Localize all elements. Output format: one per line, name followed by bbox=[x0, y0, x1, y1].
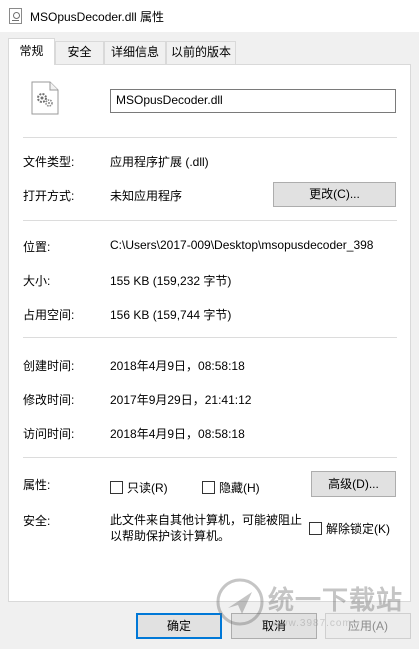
modified-value: 2017年9月29日，21:41:12 bbox=[110, 393, 252, 407]
security-label: 安全: bbox=[23, 514, 51, 528]
hidden-checkbox-label: 隐藏(H) bbox=[219, 481, 260, 495]
modified-label: 修改时间: bbox=[23, 393, 75, 407]
created-label: 创建时间: bbox=[23, 359, 75, 373]
tab-general[interactable]: 常规 bbox=[8, 38, 55, 65]
cancel-button[interactable]: 取消 bbox=[231, 613, 317, 639]
window-title: MSOpusDecoder.dll 属性 bbox=[30, 10, 165, 24]
attributes-label: 属性: bbox=[23, 478, 51, 492]
advanced-button[interactable]: 高级(D)... bbox=[311, 471, 396, 497]
general-tab-panel: MSOpusDecoder.dll 文件类型: 应用程序扩展 (.dll) 打开… bbox=[8, 64, 411, 602]
readonly-checkbox[interactable]: 只读(R) bbox=[110, 479, 168, 496]
location-label: 位置: bbox=[23, 240, 51, 254]
size-value: 155 KB (159,232 字节) bbox=[110, 274, 232, 288]
dll-file-icon bbox=[9, 8, 22, 24]
tab-previous-versions[interactable]: 以前的版本 bbox=[166, 41, 236, 64]
apply-button[interactable]: 应用(A) bbox=[325, 613, 411, 639]
tab-details[interactable]: 详细信息 bbox=[104, 41, 166, 64]
change-button[interactable]: 更改(C)... bbox=[273, 182, 396, 207]
location-value: C:\Users\2017-009\Desktop\msopusdecoder_… bbox=[110, 238, 374, 252]
file-type-value: 应用程序扩展 (.dll) bbox=[110, 155, 209, 169]
open-with-value: 未知应用程序 bbox=[110, 189, 183, 203]
tab-security[interactable]: 安全 bbox=[55, 41, 104, 64]
dll-file-icon bbox=[31, 81, 59, 115]
security-message: 此文件来自其他计算机，可能被阻止以帮助保护该计算机。 bbox=[110, 513, 303, 543]
divider bbox=[23, 457, 397, 458]
size-on-disk-label: 占用空间: bbox=[23, 308, 75, 322]
file-type-label: 文件类型: bbox=[23, 155, 75, 169]
divider bbox=[23, 137, 397, 138]
accessed-label: 访问时间: bbox=[23, 427, 75, 441]
unblock-checkbox-label: 解除锁定(K) bbox=[326, 522, 390, 536]
divider bbox=[23, 220, 397, 221]
size-on-disk-value: 156 KB (159,744 字节) bbox=[110, 308, 232, 322]
hidden-checkbox[interactable]: 隐藏(H) bbox=[202, 479, 260, 496]
divider bbox=[23, 337, 397, 338]
unblock-checkbox-box[interactable] bbox=[309, 522, 322, 535]
created-value: 2018年4月9日，08:58:18 bbox=[110, 359, 245, 373]
title-bar: MSOpusDecoder.dll 属性 bbox=[0, 0, 419, 32]
size-label: 大小: bbox=[23, 274, 51, 288]
file-name-input[interactable]: MSOpusDecoder.dll bbox=[110, 89, 396, 113]
readonly-checkbox-label: 只读(R) bbox=[127, 481, 168, 495]
readonly-checkbox-box[interactable] bbox=[110, 481, 123, 494]
unblock-checkbox[interactable]: 解除锁定(K) bbox=[309, 520, 390, 537]
accessed-value: 2018年4月9日，08:58:18 bbox=[110, 427, 245, 441]
hidden-checkbox-box[interactable] bbox=[202, 481, 215, 494]
ok-button[interactable]: 确定 bbox=[136, 613, 222, 639]
open-with-label: 打开方式: bbox=[23, 189, 75, 203]
